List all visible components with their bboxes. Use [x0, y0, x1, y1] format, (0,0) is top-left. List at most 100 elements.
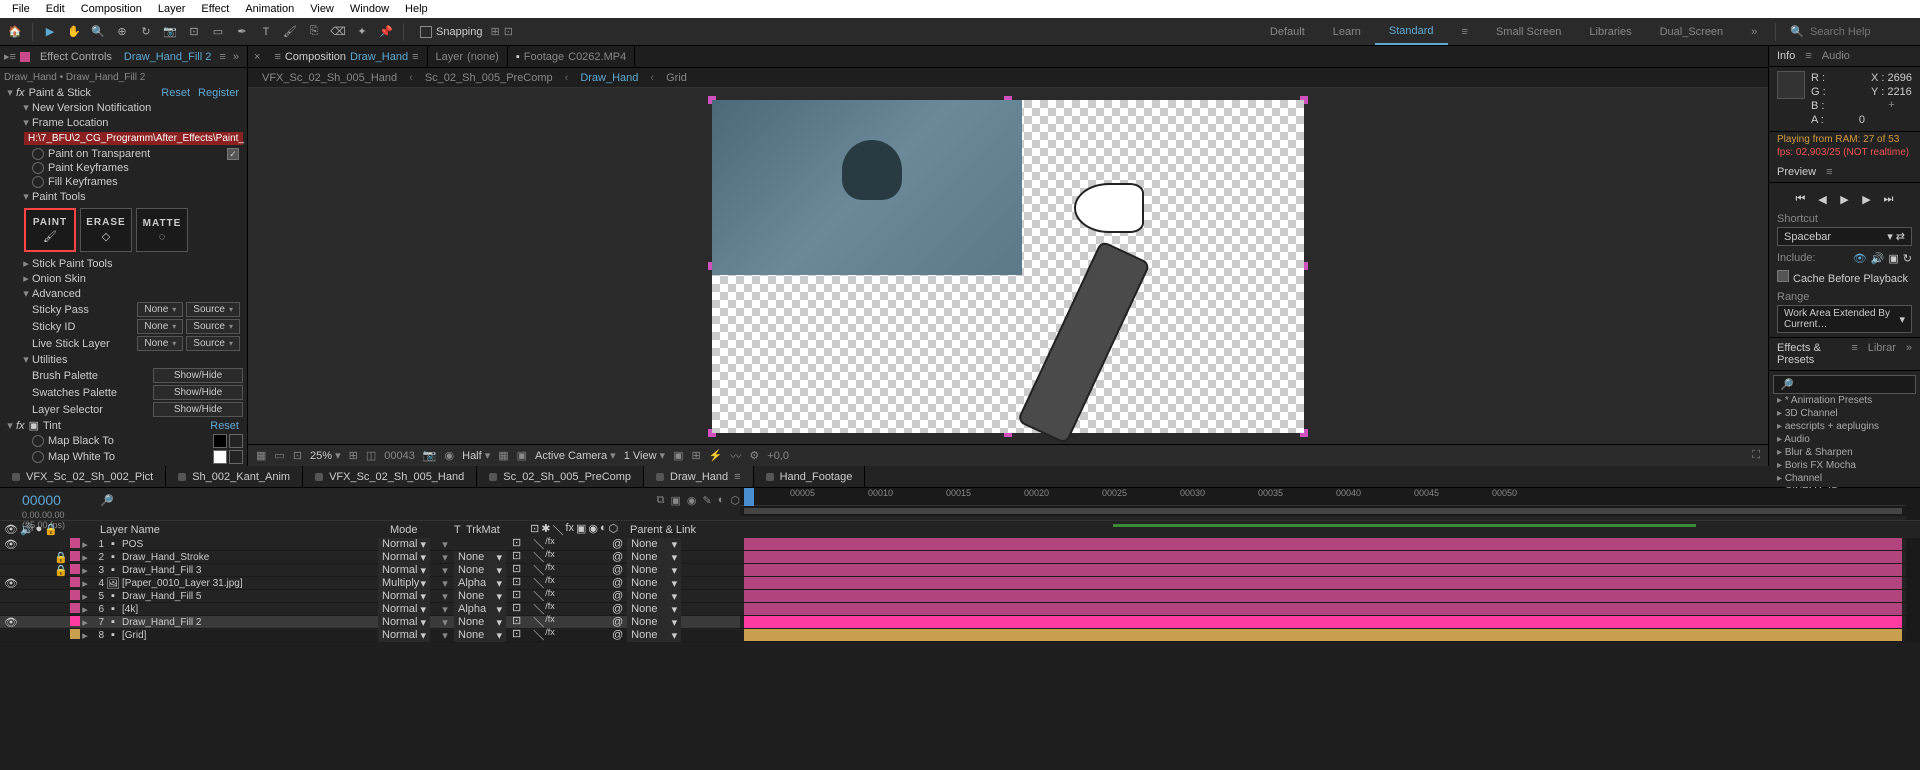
timeline-tab[interactable]: VFX_Sc_02_Sh_005_Hand: [303, 466, 477, 487]
col-parent[interactable]: Parent & Link: [630, 524, 720, 536]
timeline-layer-row[interactable]: 🔒▸3▪Draw_Hand_Fill 3Normal▾▾None▾⊡＼/fx@N…: [0, 564, 740, 577]
layer-name[interactable]: Draw_Hand_Fill 3: [120, 565, 378, 576]
include-overlay-icon[interactable]: ▣: [1888, 252, 1898, 265]
snap-opt-2-icon[interactable]: ⊡: [504, 25, 513, 38]
eyedropper-icon[interactable]: [229, 450, 243, 464]
paint-transparent-checkbox[interactable]: [227, 148, 239, 160]
flowchart-icon[interactable]: ⚙: [749, 449, 759, 462]
timeline-search-input[interactable]: [120, 494, 200, 506]
stopwatch-icon[interactable]: [32, 162, 44, 174]
blend-mode-dropdown[interactable]: Normal▾: [378, 551, 430, 564]
timeline-tab[interactable]: Sh_002_Kant_Anim: [166, 466, 303, 487]
fx-paint-stick-name[interactable]: Paint & Stick: [29, 87, 158, 99]
timeline-layer-row[interactable]: ▸6▪[4k]Normal▾▾Alpha▾⊡＼/fx@None▾: [0, 603, 740, 616]
work-area-bar[interactable]: [744, 508, 1902, 514]
onion-skin-row[interactable]: Onion Skin: [32, 273, 86, 285]
shortcut-dropdown[interactable]: Spacebar▾ ⇄: [1777, 227, 1912, 246]
layer-name[interactable]: POS: [120, 539, 378, 550]
alpha-toggle-icon[interactable]: ▦: [256, 449, 266, 462]
eye-icon[interactable]: 👁: [4, 577, 18, 590]
pickwhip-icon[interactable]: @: [612, 577, 623, 589]
trkmat-dropdown[interactable]: None▾: [454, 590, 506, 603]
menu-composition[interactable]: Composition: [73, 1, 150, 17]
trkmat-dropdown[interactable]: None▾: [454, 551, 506, 564]
menu-view[interactable]: View: [302, 1, 342, 17]
libraries-tab[interactable]: Librar: [1868, 342, 1896, 366]
effects-presets-tab[interactable]: Effects & Presets: [1777, 342, 1841, 366]
clone-tool-icon[interactable]: ⎘: [303, 21, 325, 43]
layer-color-chip[interactable]: [70, 564, 80, 574]
col-trkmat[interactable]: TrkMat: [466, 524, 530, 536]
selection-tool-icon[interactable]: ▶: [39, 21, 61, 43]
pickwhip-icon[interactable]: @: [612, 616, 623, 628]
first-frame-icon[interactable]: ⏮: [1793, 191, 1809, 207]
panel-overflow-icon[interactable]: »: [229, 51, 243, 63]
workspace-learn[interactable]: Learn: [1319, 18, 1375, 45]
timeline-layer-row[interactable]: 👁▸4🖼[Paper_0010_Layer 31.jpg]Multiply▾▾A…: [0, 577, 740, 590]
col-mode[interactable]: Mode: [390, 524, 454, 536]
live-stick-source-dd[interactable]: Source: [186, 336, 240, 351]
timeline-layer-row[interactable]: 👁▸1▪POSNormal▾▾⊡＼/fx@None▾: [0, 538, 740, 551]
menu-help[interactable]: Help: [397, 1, 436, 17]
composition-viewport[interactable]: [248, 88, 1768, 444]
layer-color-chip[interactable]: [70, 590, 80, 600]
search-help[interactable]: 🔍: [1780, 25, 1920, 38]
layer-bar[interactable]: [744, 590, 1902, 602]
layer-bar[interactable]: [744, 551, 1902, 563]
pickwhip-icon[interactable]: @: [612, 538, 623, 550]
new-version-row[interactable]: New Version Notification: [32, 102, 151, 114]
orbit-tool-icon[interactable]: ⊕: [111, 21, 133, 43]
workspace-dual-screen[interactable]: Dual_Screen: [1646, 18, 1738, 45]
tab-menu-icon[interactable]: ≡: [1805, 50, 1811, 62]
tab-menu-icon[interactable]: ≡: [274, 51, 280, 63]
pen-tool-icon[interactable]: ✒: [231, 21, 253, 43]
blend-mode-dropdown[interactable]: Normal▾: [378, 629, 430, 642]
pickwhip-icon[interactable]: @: [612, 551, 623, 563]
stick-paint-tools-row[interactable]: Stick Paint Tools: [32, 258, 113, 270]
trkmat-dropdown[interactable]: None▾: [454, 616, 506, 629]
sticky-pass-source-dd[interactable]: Source: [186, 302, 240, 317]
layer-name[interactable]: [4k]: [120, 604, 378, 615]
parent-dropdown[interactable]: None▾: [627, 564, 681, 577]
layer-bar[interactable]: [744, 564, 1902, 576]
channel-icon[interactable]: ◉: [445, 449, 455, 462]
layer-color-chip[interactable]: [70, 616, 80, 626]
twirl-icon[interactable]: [20, 116, 32, 129]
preset-item[interactable]: Channel: [1773, 472, 1916, 485]
parent-dropdown[interactable]: None▾: [627, 590, 681, 603]
effects-search-input[interactable]: 🔎: [1773, 375, 1916, 394]
stopwatch-icon[interactable]: [32, 451, 44, 463]
next-frame-icon[interactable]: ▶: [1859, 191, 1875, 207]
roto-tool-icon[interactable]: ✦: [351, 21, 373, 43]
workspace-menu-icon[interactable]: ≡: [1448, 18, 1482, 45]
pickwhip-icon[interactable]: @: [612, 603, 623, 615]
col-solo-icon[interactable]: ●: [36, 523, 43, 536]
menu-layer[interactable]: Layer: [150, 1, 194, 17]
preset-item[interactable]: 3D Channel: [1773, 407, 1916, 420]
layer-bar[interactable]: [744, 538, 1902, 550]
bc-item-0[interactable]: VFX_Sc_02_Sh_005_Hand: [258, 72, 401, 84]
include-audio-icon[interactable]: 🔊: [1871, 252, 1885, 265]
workspace-standard[interactable]: Standard: [1375, 18, 1448, 45]
snap-opt-1-icon[interactable]: ⊞: [491, 25, 500, 38]
timeline-tab[interactable]: Sc_02_Sh_005_PreComp: [477, 466, 644, 487]
twirl-icon[interactable]: [20, 257, 32, 270]
audio-tab[interactable]: Audio: [1822, 50, 1850, 62]
footage-tab[interactable]: ▪ Footage C0262.MP4: [508, 46, 635, 67]
adjustment-icon[interactable]: ◐: [718, 494, 725, 506]
last-frame-icon[interactable]: ⏭: [1881, 191, 1897, 207]
white-colorwell[interactable]: [213, 450, 227, 464]
twirl-icon[interactable]: [20, 287, 32, 300]
menu-animation[interactable]: Animation: [237, 1, 302, 17]
live-stick-none-dd[interactable]: None: [137, 336, 183, 351]
trkmat-dropdown[interactable]: None▾: [454, 629, 506, 642]
view-opt-icon[interactable]: ▣: [673, 449, 683, 462]
include-video-icon[interactable]: 👁: [1853, 252, 1867, 265]
panel-menu-icon[interactable]: ≡: [10, 51, 16, 63]
overflow-icon[interactable]: »: [1906, 342, 1912, 366]
stopwatch-icon[interactable]: [32, 148, 44, 160]
tab-close-icon[interactable]: ≡: [412, 51, 418, 63]
prev-frame-icon[interactable]: ◀: [1815, 191, 1831, 207]
timeline-layer-row[interactable]: ▸5▪Draw_Hand_Fill 5Normal▾▾None▾⊡＼/fx@No…: [0, 590, 740, 603]
exposure-value[interactable]: +0,0: [767, 450, 789, 462]
